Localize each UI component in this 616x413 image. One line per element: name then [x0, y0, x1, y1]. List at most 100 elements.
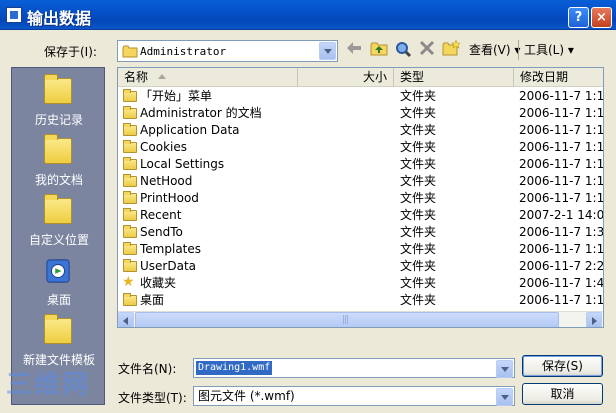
toolbar-separator [518, 40, 519, 60]
help-button[interactable]: ? [568, 7, 589, 28]
file-type: 文件夹 [400, 225, 437, 239]
folder-icon [123, 106, 137, 119]
title-bar[interactable]: 输出数据 ? × [0, 0, 616, 30]
file-modified: 2006-11-7 1:16 [519, 106, 603, 120]
new-folder-icon[interactable] [441, 39, 461, 60]
app-icon [6, 7, 22, 23]
file-row[interactable]: NetHood 文件夹 2006-11-7 1:16 [118, 173, 603, 190]
place-label: 我的文档 [34, 173, 83, 187]
folder-icon [123, 191, 137, 204]
file-type: 文件夹 [400, 259, 437, 273]
column-header-name[interactable]: 名称 [118, 68, 298, 87]
filename-label: 文件名(N): [118, 362, 177, 376]
save-in-value: Administrator [140, 45, 227, 58]
file-type: 文件夹 [400, 123, 437, 137]
file-modified: 2006-11-7 1:32 [519, 225, 603, 239]
watermark: 三维网 [6, 370, 91, 400]
file-modified: 2007-2-1 14:00 [519, 208, 603, 222]
save-button[interactable]: 保存(S) [522, 355, 603, 377]
place-history[interactable]: 历史记录 [12, 74, 104, 134]
file-modified: 2006-11-7 2:24 [519, 259, 603, 273]
delete-icon[interactable] [417, 40, 437, 60]
file-type: 文件夹 [400, 89, 437, 103]
filename-input[interactable]: Drawing1.wmf [193, 358, 515, 378]
file-modified: 2006-11-7 1:16 [519, 174, 603, 188]
file-type: 文件夹 [400, 157, 437, 171]
file-type: 文件夹 [400, 106, 437, 120]
history-icon [44, 74, 72, 104]
file-row[interactable]: Application Data 文件夹 2006-11-7 1:16 [118, 122, 603, 139]
file-name: Cookies [140, 140, 187, 154]
file-row[interactable]: 桌面 文件夹 2006-11-7 1:16 [118, 292, 603, 309]
file-type: 文件夹 [400, 191, 437, 205]
column-header-type[interactable]: 类型 [394, 68, 514, 87]
place-label: 桌面 [46, 293, 71, 307]
file-modified: 2006-11-7 1:47 [519, 276, 603, 290]
up-folder-icon[interactable] [369, 40, 389, 60]
folder-icon [123, 174, 137, 187]
place-label: 自定义位置 [28, 233, 89, 247]
file-name: Local Settings [140, 157, 225, 171]
file-row[interactable]: Templates 文件夹 2006-11-7 1:16 [118, 241, 603, 258]
file-modified: 2006-11-7 1:16 [519, 140, 603, 154]
places-bar: 历史记录 我的文档 自定义位置 桌面 新建文件模板 [11, 67, 105, 405]
folder-icon [123, 293, 137, 306]
file-list[interactable]: 名称 大小 类型 修改日期 「开始」菜单 文件夹 2006-11-7 1:16 Adm… [117, 67, 604, 328]
column-name-label: 名称 [124, 70, 149, 84]
window-title: 输出数据 [27, 9, 92, 28]
file-modified: 2006-11-7 1:16 [519, 293, 603, 307]
folder-icon [123, 208, 137, 221]
column-header-size[interactable]: 大小 [298, 68, 394, 87]
horizontal-scrollbar[interactable] [118, 311, 603, 327]
filetype-dropdown[interactable]: 图元文件 (*.wmf) [193, 386, 515, 406]
place-desktop[interactable]: 桌面 [12, 254, 104, 314]
file-row[interactable]: 收藏夹 文件夹 2006-11-7 1:47 [118, 274, 603, 292]
file-type: 文件夹 [400, 242, 437, 256]
file-row[interactable]: Recent 文件夹 2007-2-1 14:00 [118, 207, 603, 224]
file-row[interactable]: UserData 文件夹 2006-11-7 2:24 [118, 258, 603, 275]
close-button[interactable]: × [591, 7, 612, 28]
chevron-down-icon[interactable] [319, 42, 336, 60]
search-web-icon[interactable] [393, 40, 413, 60]
file-name: UserData [140, 259, 197, 273]
file-name: Recent [140, 208, 182, 222]
filetype-value: 图元文件 (*.wmf) [198, 389, 295, 403]
folder-icon [44, 194, 72, 224]
place-custom-location[interactable]: 自定义位置 [12, 194, 104, 254]
file-name: NetHood [140, 174, 193, 188]
file-row[interactable]: PrintHood 文件夹 2006-11-7 1:16 [118, 190, 603, 207]
place-label: 历史记录 [34, 113, 83, 127]
column-header-modified[interactable]: 修改日期 [514, 68, 603, 87]
file-row[interactable]: 「开始」菜单 文件夹 2006-11-7 1:16 [118, 88, 603, 105]
file-modified: 2006-11-7 1:16 [519, 157, 603, 171]
chevron-down-icon[interactable] [496, 388, 513, 406]
file-type: 文件夹 [400, 276, 437, 290]
chevron-down-icon[interactable] [496, 360, 513, 378]
save-in-dropdown[interactable]: Administrator [117, 40, 338, 62]
list-header: 名称 大小 类型 修改日期 [118, 68, 603, 87]
sort-arrow-icon [158, 74, 166, 79]
file-name: 「开始」菜单 [140, 89, 213, 103]
view-menu-button[interactable]: 查看(V) ▾ [469, 40, 520, 60]
my-documents-icon [44, 134, 72, 164]
file-type: 文件夹 [400, 140, 437, 154]
tools-menu-button[interactable]: 工具(L) ▾ [524, 40, 574, 60]
file-type: 文件夹 [400, 174, 437, 188]
file-row[interactable]: Administrator 的文档 文件夹 2006-11-7 1:16 [118, 105, 603, 122]
file-row[interactable]: SendTo 文件夹 2006-11-7 1:32 [118, 224, 603, 241]
cancel-button[interactable]: 取消 [522, 383, 603, 405]
file-name: Application Data [140, 123, 240, 137]
scroll-left-icon[interactable] [118, 312, 134, 327]
file-row[interactable]: Local Settings 文件夹 2006-11-7 1:16 [118, 156, 603, 173]
scroll-right-icon[interactable] [586, 312, 602, 327]
scrollbar-thumb[interactable] [135, 312, 559, 327]
folder-icon [123, 89, 137, 102]
back-icon[interactable] [344, 40, 364, 60]
file-row[interactable]: Cookies 文件夹 2006-11-7 1:16 [118, 139, 603, 156]
file-modified: 2006-11-7 1:16 [519, 89, 603, 103]
favorites-icon [122, 274, 137, 291]
folder-icon [44, 314, 72, 344]
place-my-documents[interactable]: 我的文档 [12, 134, 104, 194]
file-name: 收藏夹 [140, 276, 177, 290]
file-name: Administrator 的文档 [140, 106, 262, 120]
